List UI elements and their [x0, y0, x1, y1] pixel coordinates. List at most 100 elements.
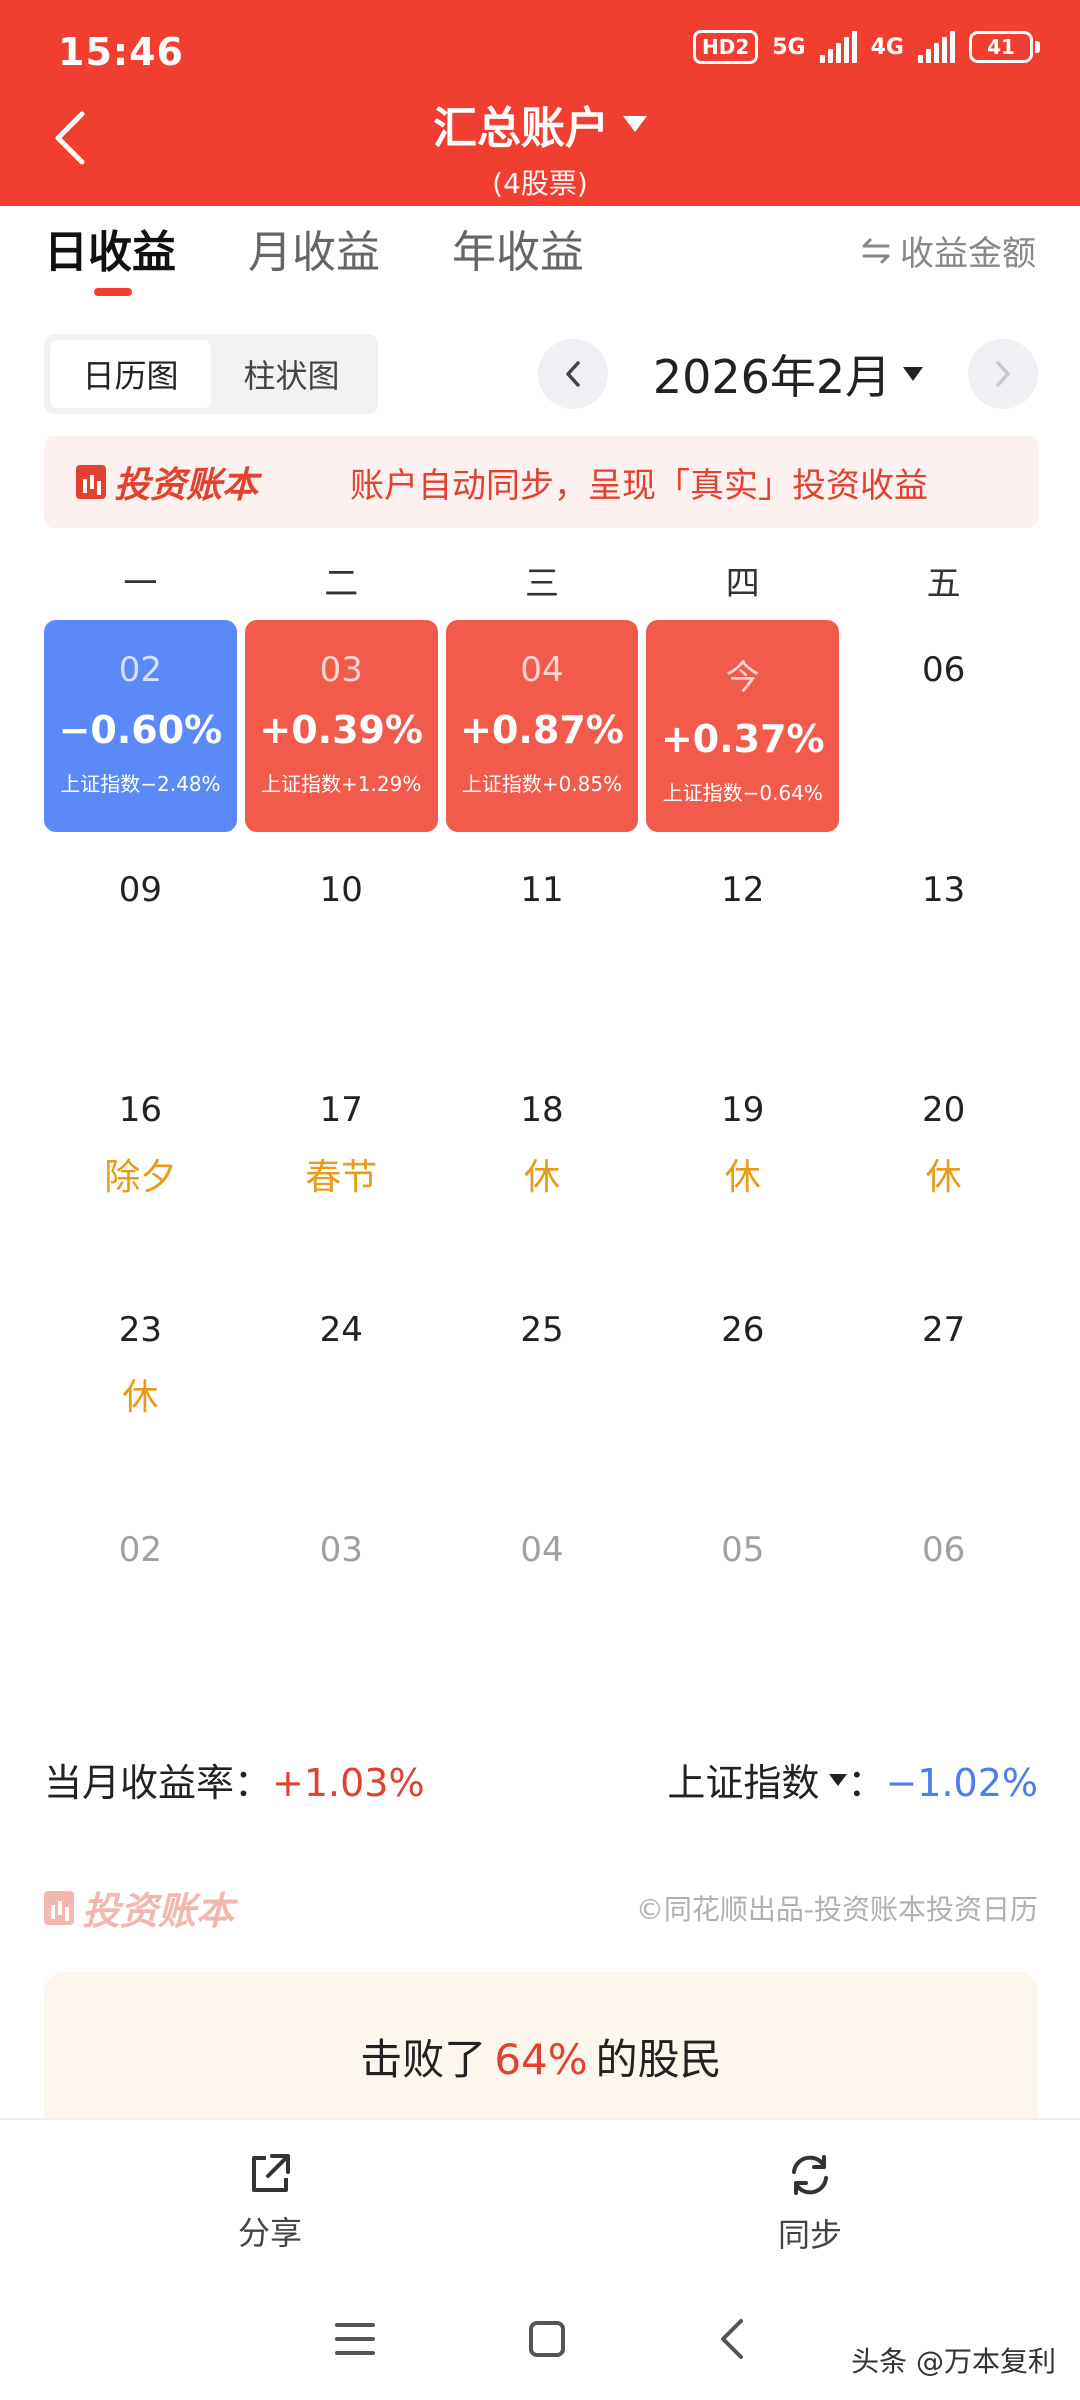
calendar-week: 02 03 04 05 06 [40, 1500, 1044, 1720]
back-nav-icon[interactable] [717, 2317, 747, 2361]
calendar-day[interactable]: 17 春节 [241, 1060, 442, 1280]
status-icons: HD2 5G 4G 41 [692, 30, 1040, 64]
month-navigation: 2026年2月 [538, 338, 1038, 410]
beat-suffix: 的股民 [595, 2035, 722, 2084]
calendar-day[interactable]: 13 [843, 840, 1044, 1060]
view-switch: 日历图 柱状图 [44, 334, 378, 414]
day-index-change: 上证指数+1.29% [261, 772, 422, 796]
page-subtitle: (4股票) [492, 167, 588, 200]
holiday-label: 除夕 [104, 1157, 177, 1198]
calendar-day[interactable]: 06 [843, 620, 1044, 840]
swap-icon [862, 238, 890, 263]
tab-monthly[interactable]: 月收益 [248, 216, 380, 280]
caret-down-icon [903, 367, 924, 381]
calendar-day-next-month: 02 [40, 1500, 241, 1720]
account-selector[interactable]: 汇总账户 (4股票) [0, 92, 1080, 202]
calendar-day[interactable]: 12 [642, 840, 843, 1060]
index-separator: ： [847, 1761, 886, 1805]
holiday-label: 春节 [305, 1157, 378, 1198]
calendar-day[interactable]: 19 休 [642, 1060, 843, 1280]
calendar-day-today[interactable]: 今 +0.37% 上证指数−0.64% [642, 620, 843, 840]
brand-logo: 投资账本 [44, 1880, 234, 1935]
day-number: 02 [118, 1530, 163, 1570]
day-index-change: 上证指数+0.85% [461, 772, 623, 796]
calendar-day[interactable]: 16 除夕 [40, 1060, 241, 1280]
beat-percent: 64% [494, 2035, 588, 2084]
day-number: 06 [921, 650, 966, 690]
calendar-day[interactable]: 02 −0.60% 上证指数−2.48% [40, 620, 241, 840]
tab-yearly[interactable]: 年收益 [452, 216, 584, 280]
caret-down-icon [623, 116, 647, 132]
beat-prefix: 击败了 [360, 2035, 487, 2084]
day-number: 03 [319, 650, 363, 690]
month-label: 2026年2月 [652, 350, 892, 404]
bar-view-option[interactable]: 柱状图 [211, 340, 372, 408]
network-4g-label: 4G [870, 34, 904, 60]
calendar-day[interactable]: 04 +0.87% 上证指数+0.85% [442, 620, 643, 840]
calendar-day[interactable]: 23 休 [40, 1280, 241, 1500]
calendar-day[interactable]: 10 [241, 840, 442, 1060]
day-return: +0.39% [259, 708, 424, 752]
weekday-label: 三 [524, 564, 559, 604]
share-icon [252, 2154, 290, 2192]
day-number: 05 [721, 1530, 765, 1570]
menu-icon[interactable] [333, 2319, 377, 2359]
brand-name: 投资账本 [114, 465, 259, 506]
share-label: 分享 [237, 2214, 302, 2252]
calendar-day[interactable]: 09 [40, 840, 241, 1060]
ledger-icon [44, 1890, 74, 1925]
calendar-day-next-month: 04 [442, 1500, 643, 1720]
month-return-label: 当月收益率： [44, 1761, 273, 1805]
system-navigation-bar [0, 2278, 1080, 2400]
calendar-week: 23 休 24 25 26 27 [40, 1280, 1044, 1500]
day-index-change: 上证指数−2.48% [60, 772, 221, 796]
day-number: 16 [118, 1090, 163, 1130]
calendar-day[interactable]: 18 休 [442, 1060, 643, 1280]
index-selector[interactable]: 上证指数 [667, 1752, 848, 1807]
chevron-left-icon [566, 361, 580, 387]
page-title: 汇总账户 [433, 103, 609, 154]
calendar-day-next-month: 06 [843, 1500, 1044, 1720]
monthly-summary: 当月收益率：+1.03% 上证指数 ：−1.02% [44, 1752, 1038, 1807]
calendar-day[interactable]: 03 +0.39% 上证指数+1.29% [241, 620, 442, 840]
calendar-day[interactable]: 25 [442, 1280, 643, 1500]
chevron-right-icon [996, 361, 1010, 387]
day-number: 今 [725, 658, 760, 698]
day-number: 24 [319, 1310, 363, 1350]
month-return-value: +1.03% [272, 1761, 425, 1805]
network-5g-label: 5G [772, 34, 806, 60]
day-number: 02 [118, 650, 163, 690]
calendar-week: 16 除夕 17 春节 18 休 19 休 20 休 [40, 1060, 1044, 1280]
month-selector[interactable]: 2026年2月 [652, 341, 924, 407]
calendar-view-option[interactable]: 日历图 [50, 340, 211, 408]
day-number: 06 [921, 1530, 966, 1570]
calendar-day[interactable]: 20 休 [843, 1060, 1044, 1280]
day-return: +0.87% [460, 708, 624, 752]
footer-brand-row: 投资账本 ©同花顺出品-投资账本投资日历 [44, 1880, 1038, 1935]
weekday-header: 一 二 三 四 五 [40, 556, 1044, 605]
signal-icon [819, 31, 857, 63]
index-value: −1.02% [885, 1761, 1038, 1805]
calendar-day[interactable]: 24 [241, 1280, 442, 1500]
day-number: 27 [921, 1310, 966, 1350]
day-return: −0.60% [58, 708, 223, 752]
calendar-day[interactable]: 27 [843, 1280, 1044, 1500]
promo-banner[interactable]: 投资账本 账户自动同步，呈现「真实」投资收益 [44, 436, 1038, 528]
day-number: 20 [921, 1090, 966, 1130]
prev-month-button[interactable] [538, 339, 608, 409]
day-number: 25 [520, 1310, 564, 1350]
home-icon[interactable] [527, 2319, 567, 2359]
day-number: 04 [520, 1530, 564, 1570]
day-number: 18 [520, 1090, 564, 1130]
toggle-amount-button[interactable]: 收益金额 [860, 226, 1036, 275]
ranking-card: 击败了 64% 的股民 [44, 1972, 1038, 2132]
tab-daily[interactable]: 日收益 [44, 216, 176, 296]
sync-button[interactable]: 同步 [540, 2120, 1080, 2278]
day-number: 19 [721, 1090, 765, 1130]
share-button[interactable]: 分享 [0, 2120, 540, 2278]
status-time: 15:46 [58, 30, 184, 74]
calendar-day[interactable]: 26 [642, 1280, 843, 1500]
next-month-button[interactable] [968, 339, 1038, 409]
calendar-day[interactable]: 11 [442, 840, 643, 1060]
brand-name: 投资账本 [82, 1889, 235, 1933]
